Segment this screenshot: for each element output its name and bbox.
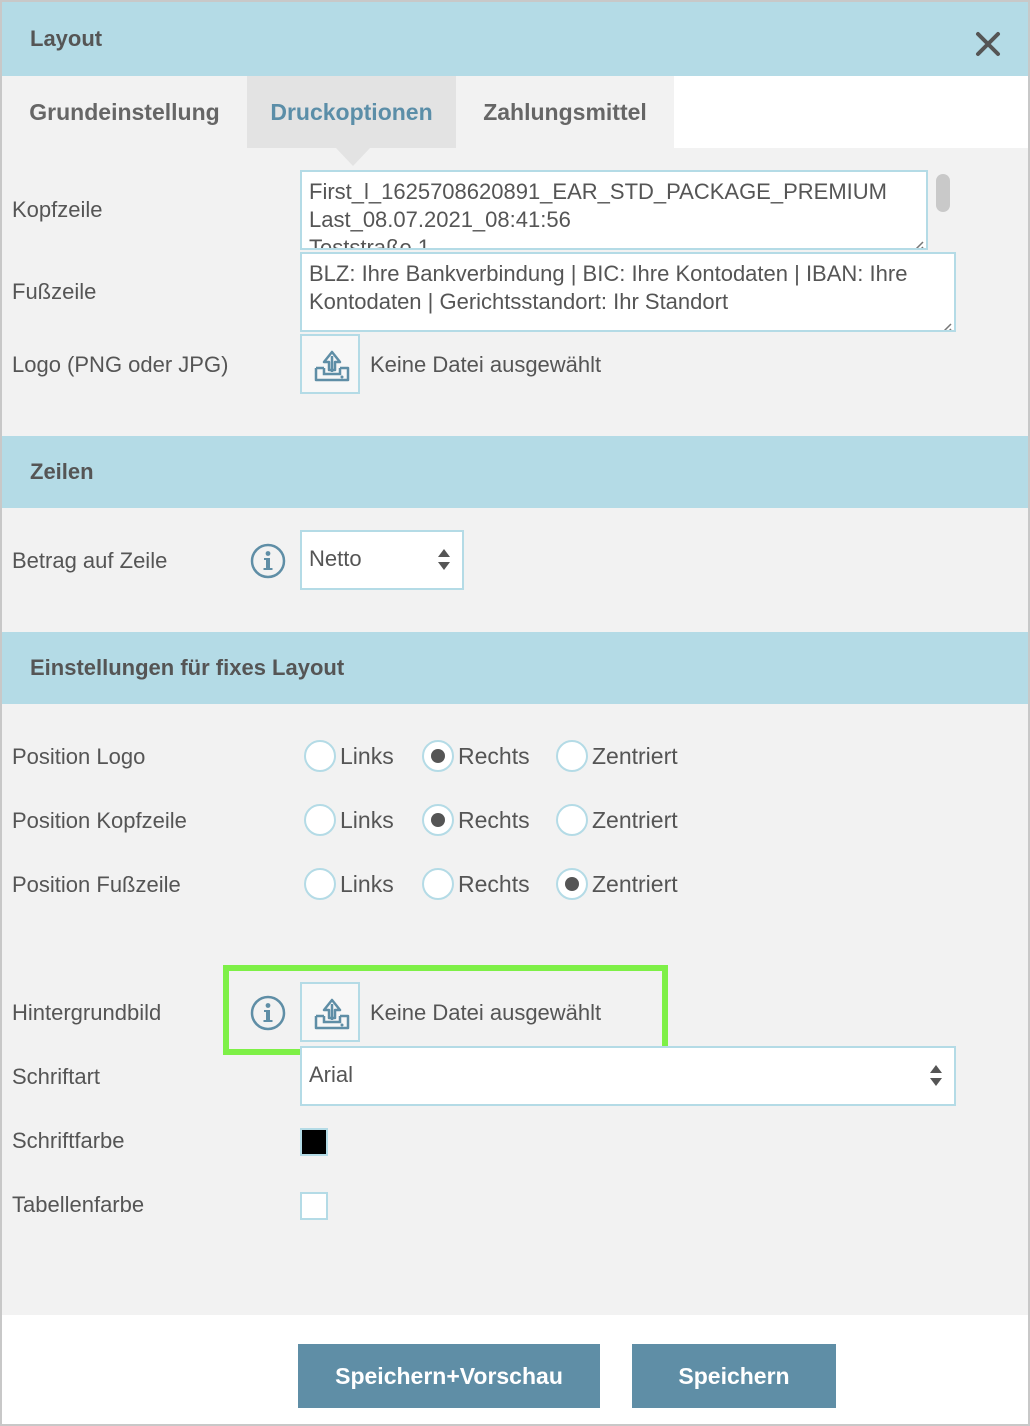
- radio-circle[interactable]: [556, 868, 588, 900]
- header-label: Kopfzeile: [12, 197, 103, 222]
- radio-circle[interactable]: [556, 804, 588, 836]
- radio-circle[interactable]: [422, 868, 454, 900]
- radio-label: Zentriert: [592, 807, 678, 833]
- footer-label: Fußzeile: [12, 279, 97, 304]
- header-scrollbar[interactable]: [928, 170, 954, 250]
- tab-bar: Grundeinstellung Druckoptionen Zahlungsm…: [2, 76, 1028, 148]
- amount-select-value: Netto: [309, 546, 362, 571]
- font-select[interactable]: Arial: [300, 1046, 956, 1106]
- logo-label: Logo (PNG oder JPG): [12, 352, 229, 377]
- section-fixed-layout-title: Einstellungen für fixes Layout: [30, 655, 345, 680]
- section-zeilen: Zeilen: [2, 436, 1028, 508]
- radio-label: Rechts: [458, 743, 530, 769]
- font-color-swatch[interactable]: [300, 1128, 328, 1156]
- section-fixed-layout: Einstellungen für fixes Layout: [2, 632, 1028, 704]
- layout-dialog: Layout Grundeinstellung Druckoptionen Za…: [0, 0, 1030, 1426]
- radio-circle[interactable]: [304, 804, 336, 836]
- position-header-label: Position Kopfzeile: [12, 808, 187, 833]
- font-color-label: Schriftfarbe: [12, 1128, 125, 1153]
- highlight-box: [223, 965, 668, 1055]
- radio-label: Zentriert: [592, 743, 678, 769]
- amount-label: Betrag auf Zeile: [12, 548, 168, 573]
- background-label: Hintergrundbild: [12, 1000, 162, 1025]
- position-footer-label: Position Fußzeile: [12, 872, 181, 897]
- tab-druckoptionen[interactable]: Druckoptionen: [247, 76, 456, 148]
- logo-file-status: Keine Datei ausgewählt: [370, 352, 602, 377]
- radio-circle[interactable]: [422, 804, 454, 836]
- radio-circle[interactable]: [304, 740, 336, 772]
- radio-label: Links: [340, 743, 394, 769]
- radio-circle[interactable]: [556, 740, 588, 772]
- header-text: First_l_1625708620891_EAR_STD_PACKAGE_PR…: [309, 179, 887, 250]
- select-arrows-icon: [930, 1065, 942, 1086]
- font-select-value: Arial: [309, 1062, 354, 1087]
- radio-label: Zentriert: [592, 871, 678, 897]
- radio-label: Links: [340, 807, 394, 833]
- position-logo-label: Position Logo: [12, 744, 146, 769]
- footer-text: BLZ: Ihre Bankverbindung | BIC: Ihre Kon…: [309, 261, 908, 314]
- logo-upload-button[interactable]: [300, 334, 360, 394]
- resize-handle-icon[interactable]: [938, 314, 952, 330]
- header-textarea[interactable]: First_l_1625708620891_EAR_STD_PACKAGE_PR…: [300, 170, 928, 250]
- save-button[interactable]: Speichern: [632, 1344, 836, 1408]
- section-zeilen-title: Zeilen: [30, 459, 94, 484]
- resize-handle-icon[interactable]: [910, 232, 924, 248]
- radio-label: Rechts: [458, 807, 530, 833]
- active-tab-pointer: [336, 148, 370, 166]
- font-label: Schriftart: [12, 1064, 101, 1089]
- tab-zahlungsmittel[interactable]: Zahlungsmittel: [456, 76, 674, 148]
- footer-textarea[interactable]: BLZ: Ihre Bankverbindung | BIC: Ihre Kon…: [300, 252, 956, 332]
- save-preview-button[interactable]: Speichern+Vorschau: [298, 1344, 600, 1408]
- dialog-titlebar: Layout: [2, 2, 1028, 76]
- close-icon[interactable]: [968, 24, 1008, 64]
- table-color-swatch[interactable]: [300, 1192, 328, 1220]
- radio-label: Rechts: [458, 871, 530, 897]
- table-color-label: Tabellenfarbe: [12, 1192, 145, 1217]
- radio-circle[interactable]: [422, 740, 454, 772]
- info-icon[interactable]: [250, 543, 286, 579]
- scrollbar-thumb[interactable]: [936, 174, 950, 212]
- radio-label: Links: [340, 871, 394, 897]
- radio-circle[interactable]: [304, 868, 336, 900]
- dialog-title: Layout: [30, 26, 103, 51]
- amount-select[interactable]: Netto: [300, 530, 464, 590]
- select-arrows-icon: [438, 549, 450, 570]
- upload-icon: [314, 350, 350, 382]
- tab-grundeinstellung[interactable]: Grundeinstellung: [2, 76, 247, 148]
